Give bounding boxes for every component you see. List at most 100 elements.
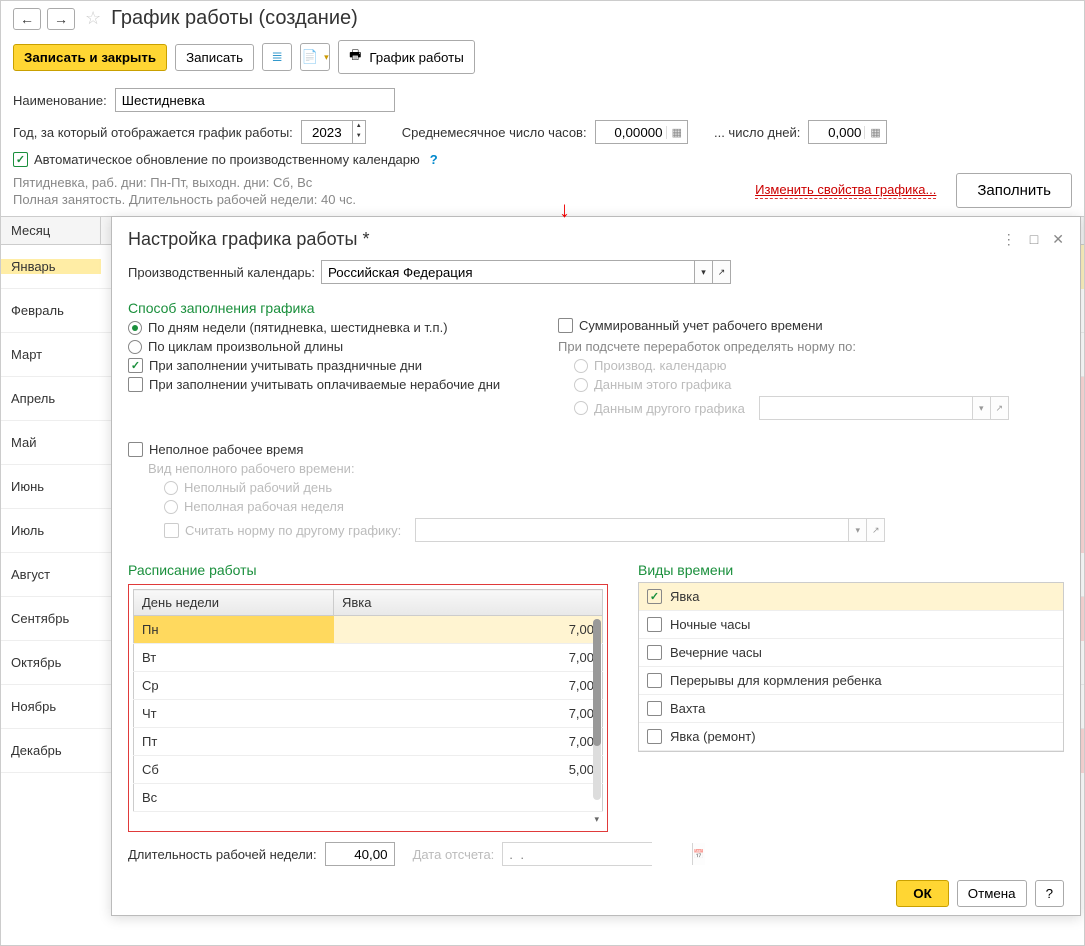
radio-by-weekdays[interactable] — [128, 321, 142, 335]
time-type-row[interactable]: ✓Ночные часы — [639, 611, 1063, 639]
change-schedule-props-link[interactable]: Изменить свойства графика... — [755, 182, 936, 199]
day-name-cell: Вс — [134, 784, 334, 812]
time-type-row[interactable]: ✓ Явка (ремонт) — [639, 723, 1063, 751]
time-type-label: Вечерние часы — [670, 645, 762, 660]
fill-button[interactable]: Заполнить — [956, 173, 1072, 208]
year-spinner[interactable]: ▲▼ — [301, 120, 366, 144]
overtime-norm-label: При подсчете переработок определять норм… — [558, 339, 1064, 354]
day-value-cell[interactable]: 5,00 — [334, 756, 603, 784]
list-view-button[interactable]: ≣ — [262, 43, 292, 71]
day-value-cell[interactable]: 7,00 — [334, 616, 603, 644]
time-types-list: ✓Явка✓Ночные часы✓Вечерние часы✓Перерывы… — [638, 582, 1064, 752]
week-length-label: Длительность рабочей недели: — [128, 847, 317, 862]
table-scrollbar[interactable] — [593, 619, 601, 800]
time-type-label: Перерывы для кормления ребенка — [670, 673, 882, 688]
day-name-cell: Чт — [134, 700, 334, 728]
table-row[interactable]: Пн7,00 — [134, 616, 603, 644]
col-attend-header[interactable]: Явка — [334, 590, 603, 616]
parttime-type-label: Вид неполного рабочего времени: — [148, 461, 1064, 476]
cancel-button[interactable]: Отмена — [957, 880, 1027, 907]
day-value-cell[interactable]: 7,00 — [334, 728, 603, 756]
calculator-icon[interactable]: ▦ — [666, 126, 687, 139]
print-schedule-button[interactable]: График работы — [338, 40, 475, 74]
calendar-lookup[interactable]: ▾ ↗ — [321, 260, 731, 284]
month-cell: Июнь — [1, 479, 101, 494]
time-type-checkbox[interactable]: ✓ — [647, 645, 662, 660]
radio-short-week — [164, 500, 178, 514]
dropdown-icon: ▾ — [972, 397, 990, 419]
calculator-icon[interactable]: ▦ — [864, 126, 885, 139]
time-type-checkbox[interactable]: ✓ — [647, 617, 662, 632]
table-row[interactable]: Пт7,00 — [134, 728, 603, 756]
radio-by-cycles[interactable] — [128, 340, 142, 354]
table-row[interactable]: Вс — [134, 784, 603, 812]
open-icon[interactable]: ↗ — [712, 261, 730, 283]
timetypes-heading: Виды времени — [638, 562, 1064, 578]
year-input[interactable] — [302, 121, 352, 143]
time-type-checkbox[interactable]: ✓ — [647, 701, 662, 716]
table-row[interactable]: Вт7,00 — [134, 644, 603, 672]
time-type-label: Явка (ремонт) — [670, 729, 756, 744]
radio-norm-prod-cal — [574, 359, 588, 373]
radio-norm-this-sched — [574, 378, 588, 392]
month-cell: Август — [1, 567, 101, 582]
month-cell: Ноябрь — [1, 699, 101, 714]
avg-hours-label: Среднемесячное число часов: — [402, 125, 587, 140]
year-down-icon[interactable]: ▼ — [353, 131, 365, 141]
other-schedule-lookup: ▾ ↗ — [759, 396, 1009, 420]
more-icon[interactable]: ⋮ — [1002, 231, 1016, 248]
time-type-checkbox[interactable]: ✓ — [647, 729, 662, 744]
name-input[interactable] — [115, 88, 395, 112]
day-value-cell[interactable]: 7,00 — [334, 672, 603, 700]
time-type-row[interactable]: ✓Вахта — [639, 695, 1063, 723]
time-type-row[interactable]: ✓ Вечерние часы — [639, 639, 1063, 667]
dropdown-icon: ▾ — [848, 519, 866, 541]
table-row[interactable]: Чт7,00 — [134, 700, 603, 728]
close-icon[interactable]: ✕ — [1052, 231, 1064, 248]
cb-consider-paid-nonwork[interactable]: ✓ — [128, 377, 143, 392]
cb-summarized-time[interactable]: ✓ — [558, 318, 573, 333]
cb-parttime[interactable]: ✓ — [128, 442, 143, 457]
nav-back-button[interactable]: ← — [13, 8, 41, 30]
year-up-icon[interactable]: ▲ — [353, 121, 365, 131]
auto-update-checkbox[interactable]: ✓ — [13, 152, 28, 167]
col-day-header[interactable]: День недели — [134, 590, 334, 616]
actions-dropdown-button[interactable]: 📄 — [300, 43, 330, 71]
day-value-cell[interactable] — [334, 784, 603, 812]
ok-button[interactable]: ОК — [896, 880, 949, 907]
radio-short-day — [164, 481, 178, 495]
table-row[interactable]: Сб5,00 — [134, 756, 603, 784]
nav-forward-button[interactable]: → — [47, 8, 75, 30]
table-dropdown-icon[interactable]: ▾ — [133, 812, 603, 827]
schedule-table[interactable]: День недели Явка Пн7,00Вт7,00Ср7,00Чт7,0… — [133, 589, 603, 812]
calendar-icon: 📅 — [692, 843, 704, 865]
avg-hours-field[interactable]: ▦ — [595, 120, 688, 144]
day-name-cell: Ср — [134, 672, 334, 700]
name-label: Наименование: — [13, 93, 107, 108]
time-type-checkbox[interactable]: ✓ — [647, 589, 662, 604]
favorite-star-icon[interactable]: ☆ — [85, 8, 101, 29]
help-icon[interactable]: ? — [430, 152, 438, 167]
open-icon: ↗ — [866, 519, 884, 541]
time-type-row[interactable]: ✓Явка — [639, 583, 1063, 611]
help-button[interactable]: ? — [1035, 880, 1064, 907]
table-row[interactable]: Ср7,00 — [134, 672, 603, 700]
dropdown-icon[interactable]: ▾ — [694, 261, 712, 283]
day-value-cell[interactable]: 7,00 — [334, 700, 603, 728]
save-and-close-button[interactable]: Записать и закрыть — [13, 44, 167, 71]
dialog-title: Настройка графика работы * — [128, 229, 369, 250]
save-button[interactable]: Записать — [175, 44, 254, 71]
day-name-cell: Пт — [134, 728, 334, 756]
auto-update-label: Автоматическое обновление по производств… — [34, 152, 420, 167]
avg-days-field[interactable]: ▦ — [808, 120, 886, 144]
start-date-field: 📅 — [502, 842, 652, 866]
time-type-checkbox[interactable]: ✓ — [647, 673, 662, 688]
week-length-input[interactable] — [325, 842, 395, 866]
day-value-cell[interactable]: 7,00 — [334, 644, 603, 672]
maximize-icon[interactable]: □ — [1030, 231, 1038, 248]
time-type-row[interactable]: ✓ Перерывы для кормления ребенка — [639, 667, 1063, 695]
open-icon: ↗ — [990, 397, 1008, 419]
month-cell: Октябрь — [1, 655, 101, 670]
month-column-header: Месяц — [1, 217, 101, 244]
cb-consider-holidays[interactable]: ✓ — [128, 358, 143, 373]
